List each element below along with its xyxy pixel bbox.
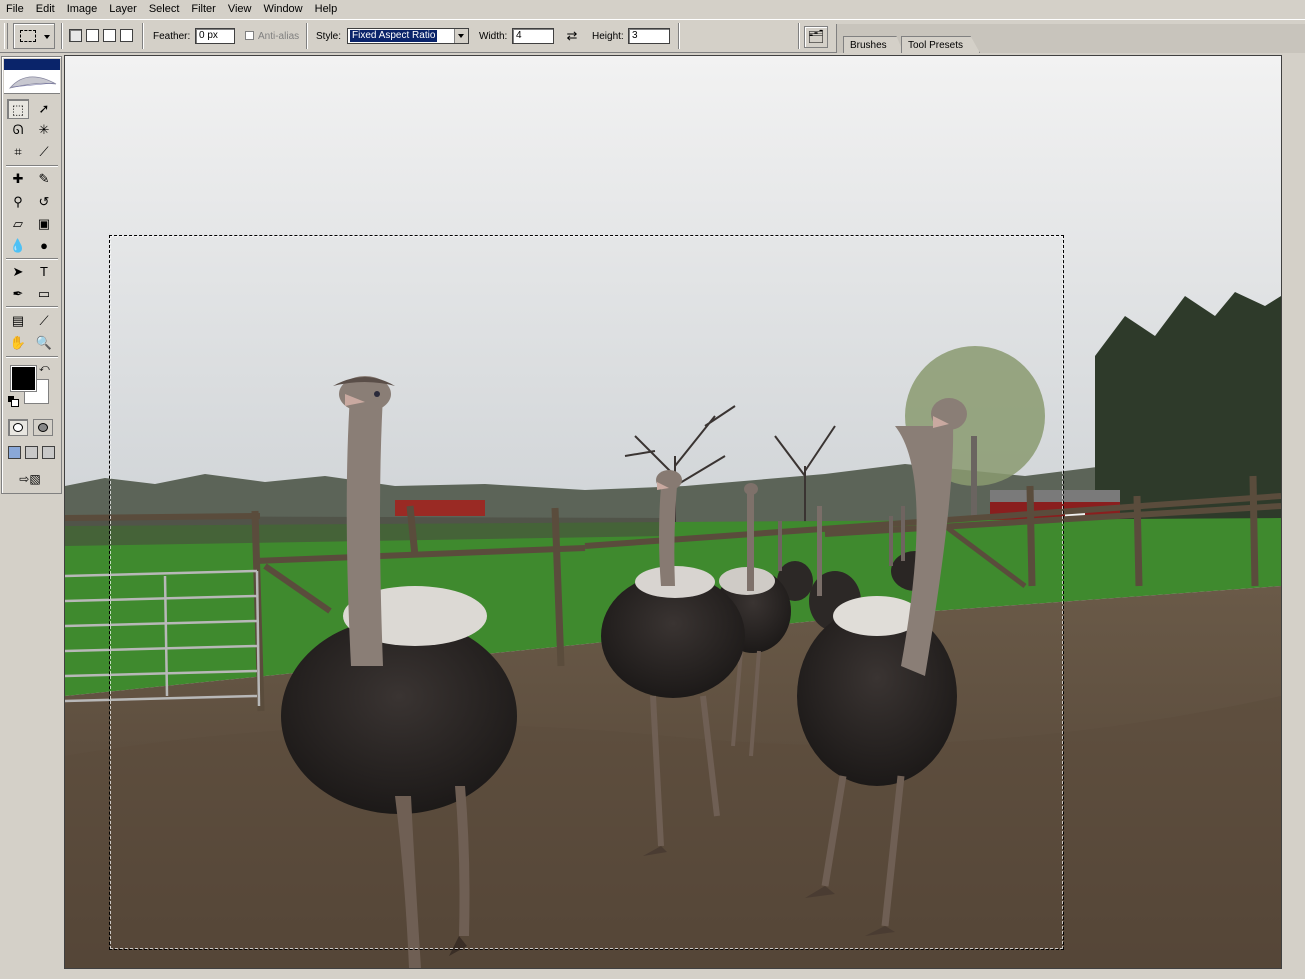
full-screen-menu-mode-button[interactable] xyxy=(25,446,38,459)
rectangle-shape-icon[interactable]: ▭ xyxy=(33,284,55,304)
swap-width-height-icon[interactable]: ⇄ xyxy=(565,29,579,43)
palette-well: Brushes Tool Presets xyxy=(836,24,1305,53)
intersect-selection-button[interactable] xyxy=(120,29,133,42)
crop-icon[interactable]: ⌗ xyxy=(7,142,29,162)
photoshop-feather-logo[interactable] xyxy=(4,70,60,94)
antialias-checkbox[interactable] xyxy=(245,31,254,40)
menu-view[interactable]: View xyxy=(222,0,258,18)
feather-label: Feather: xyxy=(153,31,191,42)
divider xyxy=(142,23,144,49)
document-canvas[interactable] xyxy=(64,55,1282,969)
menu-file[interactable]: File xyxy=(0,0,30,18)
default-colors-icon[interactable] xyxy=(8,396,19,407)
file-browser-button[interactable]: 🗂 xyxy=(804,26,828,48)
feather-input[interactable]: 0 px xyxy=(195,28,235,44)
type-icon[interactable]: T xyxy=(33,262,55,282)
foreground-color-swatch[interactable] xyxy=(10,365,37,392)
eraser-icon[interactable]: ▱ xyxy=(7,214,29,234)
new-selection-button[interactable] xyxy=(69,29,82,42)
pen-icon[interactable]: ✒ xyxy=(7,284,29,304)
tab-brushes[interactable]: Brushes xyxy=(843,36,904,53)
style-select-value: Fixed Aspect Ratio xyxy=(350,30,438,42)
standard-mode-icon xyxy=(13,423,23,432)
standard-screen-mode-button[interactable] xyxy=(8,446,21,459)
ostriches-photo xyxy=(65,56,1281,968)
quick-mask-mode-button[interactable] xyxy=(33,419,53,436)
divider xyxy=(798,23,800,49)
path-selection-icon[interactable]: ➤ xyxy=(7,262,29,282)
slice-icon[interactable]: ⟋ xyxy=(33,142,55,162)
tool-preset-picker[interactable] xyxy=(13,23,55,49)
dodge-icon[interactable]: ● xyxy=(33,236,55,256)
divider xyxy=(306,23,308,49)
rectangular-marquee-icon[interactable]: ⬚ xyxy=(7,99,29,119)
brush-icon[interactable]: ✎ xyxy=(33,169,55,189)
divider xyxy=(6,306,58,308)
add-to-selection-button[interactable] xyxy=(86,29,99,42)
hand-icon[interactable]: ✋ xyxy=(7,333,29,353)
menu-layer[interactable]: Layer xyxy=(103,0,143,18)
chevron-down-icon[interactable] xyxy=(454,29,468,43)
style-select[interactable]: Fixed Aspect Ratio xyxy=(347,28,469,44)
divider xyxy=(678,23,680,49)
healing-brush-icon[interactable]: ✚ xyxy=(7,169,29,189)
toolbox-title-bar[interactable] xyxy=(4,59,60,70)
eyedropper-icon[interactable]: ⟋ xyxy=(33,311,55,331)
divider xyxy=(6,165,58,167)
rectangular-marquee-icon xyxy=(20,30,36,42)
width-input[interactable]: 4 xyxy=(512,28,554,44)
antialias-label: Anti-alias xyxy=(258,31,300,42)
move-icon[interactable]: ➚ xyxy=(33,99,55,119)
menu-filter[interactable]: Filter xyxy=(185,0,221,18)
lasso-icon[interactable]: ᘏ xyxy=(7,120,29,140)
blur-icon[interactable]: 💧 xyxy=(7,236,29,256)
height-input[interactable]: 3 xyxy=(628,28,670,44)
full-screen-mode-button[interactable] xyxy=(42,446,55,459)
style-label: Style: xyxy=(316,31,342,42)
imageready-icon: ⇨▧ xyxy=(19,472,41,486)
divider xyxy=(6,258,58,260)
history-brush-icon[interactable]: ↺ xyxy=(33,192,55,212)
notes-icon[interactable]: ▤ xyxy=(7,311,29,331)
divider xyxy=(61,23,63,49)
standard-mode-button[interactable] xyxy=(8,419,28,436)
zoom-icon[interactable]: 🔍 xyxy=(33,333,55,353)
menu-window[interactable]: Window xyxy=(258,0,309,18)
tab-tool-presets[interactable]: Tool Presets xyxy=(901,36,981,53)
menu-edit[interactable]: Edit xyxy=(30,0,61,18)
height-label: Height: xyxy=(592,31,624,42)
magic-wand-icon[interactable]: ✳ xyxy=(33,120,55,140)
menu-select[interactable]: Select xyxy=(143,0,186,18)
clone-stamp-icon[interactable]: ⚲ xyxy=(7,192,29,212)
width-label: Width: xyxy=(479,31,508,42)
toolbox: ⬚ ➚ ᘏ ✳ ⌗ ⟋ ✚ ✎ ⚲ ↺ ▱ ▣ 💧 ● ➤ T ✒ ▭ ▤ ⟋ … xyxy=(1,56,62,494)
subtract-from-selection-button[interactable] xyxy=(103,29,116,42)
menu-image[interactable]: Image xyxy=(61,0,104,18)
swap-colors-icon[interactable]: ⤺ xyxy=(39,363,50,374)
menu-bar: File Edit Image Layer Select Filter View… xyxy=(0,0,1305,18)
divider xyxy=(6,356,58,358)
gradient-icon[interactable]: ▣ xyxy=(33,214,55,234)
file-browser-icon: 🗂 xyxy=(807,29,825,44)
options-bar-grip[interactable] xyxy=(4,23,8,49)
menu-help[interactable]: Help xyxy=(309,0,344,18)
quick-mask-icon xyxy=(38,423,48,432)
options-bar: Feather: 0 px Anti-alias Style: Fixed As… xyxy=(0,19,1305,53)
jump-to-imageready-button[interactable]: ⇨▧ xyxy=(10,471,50,487)
chevron-down-icon xyxy=(44,35,50,39)
